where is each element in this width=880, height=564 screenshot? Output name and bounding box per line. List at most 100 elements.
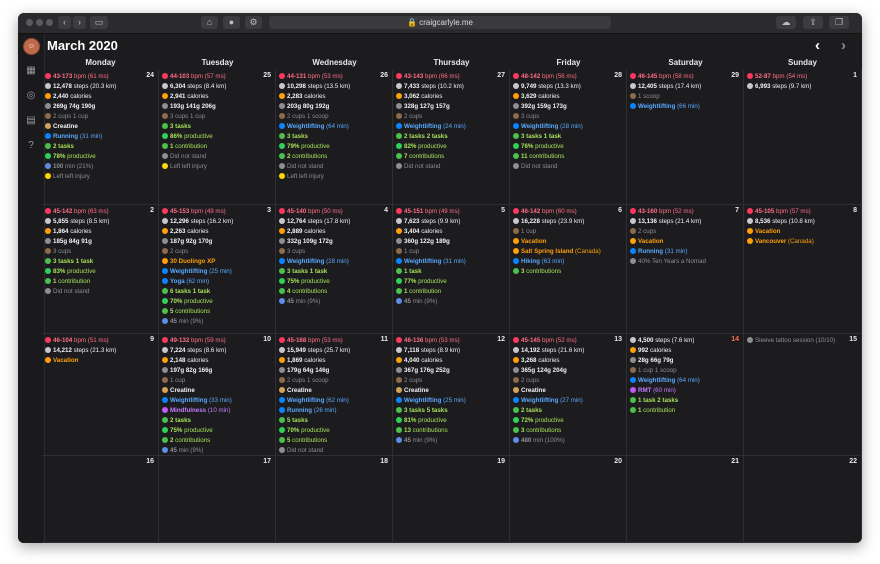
globe-icon[interactable]: ◎ xyxy=(25,90,37,102)
day-cell[interactable]: 18 xyxy=(276,456,393,543)
pill-icon xyxy=(279,386,285,393)
cloud-icon[interactable]: ☁ xyxy=(776,16,796,29)
tabs-icon[interactable]: ❐ xyxy=(829,16,849,29)
metric-line: 43-143 bpm (66 ms) xyxy=(396,72,499,82)
calendar-icon[interactable]: ▦ xyxy=(25,65,37,77)
task-icon xyxy=(279,267,285,274)
day-cell[interactable]: 11 45-168 bpm (53 ms) 15,949 steps (25.7 k… xyxy=(276,334,393,456)
day-cell[interactable]: 10 49-132 bpm (59 ms) 7,224 steps (8.6 km)… xyxy=(159,334,276,456)
day-cell[interactable]: 26 44-131 bpm (53 ms) 10,298 steps (13.5 k… xyxy=(276,70,393,205)
metric-text: Did not stand xyxy=(53,288,90,295)
day-cell[interactable]: 25 44-103 bpm (57 ms) 6,304 steps (8.4 km)… xyxy=(159,70,276,205)
metric-text: steps (13.3 km) xyxy=(536,83,581,90)
metric-text: 146g xyxy=(315,367,330,374)
metric-text: 77% xyxy=(404,278,417,285)
metric-text: productive xyxy=(65,153,96,160)
metric-text: (31 min) xyxy=(663,248,688,255)
day-cell[interactable]: 17 xyxy=(159,456,276,543)
metric-line: 10,298 steps (13.5 km) xyxy=(279,82,382,92)
metric-text: 6 tasks 1 task xyxy=(170,288,211,295)
day-cell[interactable]: 19 xyxy=(393,456,510,543)
task-icon xyxy=(162,416,168,423)
close-window-button[interactable] xyxy=(26,19,33,26)
browser-window: ‹ › ▭ ⌂ ● ⚙ 🔒 craigcarlyle.me ☁ ⇪ ❐ ☺ ▦ … xyxy=(18,13,862,543)
clipboard-icon[interactable]: ▤ xyxy=(25,115,37,127)
day-cell[interactable]: 22 xyxy=(744,456,862,543)
day-cell[interactable]: 29 46-145 bpm (58 ms) 12,405 steps (17.4 k… xyxy=(627,70,744,205)
metric-text: 75% xyxy=(170,427,183,434)
metric-text: steps (21.4 km) xyxy=(656,218,702,225)
day-cell[interactable]: 9 46-104 bpm (51 ms) 14,212 steps (21.3 km… xyxy=(42,334,159,456)
metric-text: 82g xyxy=(184,367,199,374)
metric-text: 1 cup 1 scoop xyxy=(638,367,677,374)
metric-text: Vacation xyxy=(53,357,79,364)
day-cell[interactable]: 28 48-142 bpm (56 ms) 9,749 steps (13.3 km… xyxy=(510,70,627,205)
day-cell[interactable]: 14 4,500 steps (7.6 km) 992 calories 28g 66… xyxy=(627,334,744,456)
day-number: 20 xyxy=(614,458,622,465)
metric-text: Did not stand xyxy=(287,163,324,170)
metric-line: Vacation xyxy=(513,237,616,247)
day-cell[interactable]: 6 46-142 bpm (60 ms) 16,228 steps (23.9 km… xyxy=(510,205,627,334)
metric-line: Mindfulness (10 min) xyxy=(162,406,265,416)
metric-text: bpm (61 ms) xyxy=(72,73,109,80)
previous-month-button[interactable]: ‹ xyxy=(815,37,820,54)
metric-text: 2 cups xyxy=(404,113,423,120)
metric-line: Running (31 min) xyxy=(630,247,733,257)
day-cell[interactable]: 8 45-105 bpm (57 ms) 8,536 steps (10.8 km)… xyxy=(744,205,862,334)
avatar[interactable]: ☺ xyxy=(23,38,40,55)
day-cell[interactable]: 12 46-136 bpm (53 ms) 7,118 steps (8.9 km)… xyxy=(393,334,510,456)
day-cell[interactable]: 24 43-173 bpm (61 ms) 12,478 steps (20.3 k… xyxy=(42,70,159,205)
lift-icon xyxy=(279,257,285,264)
gear-icon[interactable]: ⚙ xyxy=(245,16,262,29)
contrib-icon xyxy=(45,277,51,284)
day-cell[interactable]: 1 52-87 bpm (54 ms) 6,993 steps (9.7 km) xyxy=(744,70,862,205)
day-cell[interactable]: 5 45-151 bpm (49 ms) 7,623 steps (9.9 km) 3… xyxy=(393,205,510,334)
metric-line: Running (31 min) xyxy=(45,132,148,142)
metric-line: 45-151 bpm (49 ms) xyxy=(396,207,499,217)
next-month-button[interactable]: › xyxy=(841,37,846,54)
forward-icon[interactable]: › xyxy=(73,16,86,29)
vac-icon xyxy=(513,237,519,244)
metric-line: 1 cup xyxy=(396,247,499,257)
share-icon[interactable]: ⇪ xyxy=(803,16,823,29)
contrib-icon xyxy=(396,426,402,433)
metric-text: productive xyxy=(65,268,96,275)
day-cell[interactable]: 4 45-140 bpm (50 ms) 12,764 steps (17.8 km… xyxy=(276,205,393,334)
home-icon[interactable]: ⌂ xyxy=(201,16,218,29)
injury-icon xyxy=(279,172,285,179)
metric-line: 46-136 bpm (53 ms) xyxy=(396,336,499,346)
day-cell[interactable]: 3 45-153 bpm (49 ms) 12,296 steps (16.2 km… xyxy=(159,205,276,334)
day-cell[interactable]: 13 45-145 bpm (52 ms) 14,192 steps (21.6 k… xyxy=(510,334,627,456)
day-cell[interactable]: 27 43-143 bpm (66 ms) 7,433 steps (10.2 km… xyxy=(393,70,510,205)
back-icon[interactable]: ‹ xyxy=(58,16,71,29)
day-cell[interactable]: 21 xyxy=(627,456,744,543)
shield-icon[interactable]: ● xyxy=(223,16,240,29)
day-cell[interactable]: 15 Sleeve tattoo session (10/10) xyxy=(744,334,862,456)
metric-text: 45 xyxy=(404,437,411,444)
metric-text: bpm (57 ms) xyxy=(774,208,811,215)
task-icon xyxy=(630,396,636,403)
day-cell[interactable]: 7 43-160 bpm (52 ms) 13,136 steps (21.4 km… xyxy=(627,205,744,334)
minimize-window-button[interactable] xyxy=(36,19,43,26)
task-icon xyxy=(279,132,285,139)
cup-icon xyxy=(162,112,168,119)
metric-line: Creatine xyxy=(396,386,499,396)
metric-text: productive xyxy=(416,143,447,150)
metric-line: 9,749 steps (13.3 km) xyxy=(513,82,616,92)
metric-text: 45-142 xyxy=(53,208,73,215)
day-cell[interactable]: 20 xyxy=(510,456,627,543)
metric-line: 480 min (100%) xyxy=(513,436,616,446)
weekday-wednesday: Wednesday xyxy=(312,58,357,67)
fire-icon xyxy=(45,92,51,99)
zoom-window-button[interactable] xyxy=(46,19,53,26)
metric-text: 84g xyxy=(67,238,82,245)
day-cell[interactable]: 16 xyxy=(42,456,159,543)
task-icon xyxy=(396,406,402,413)
metric-text: 3,404 xyxy=(404,228,420,235)
metric-text: 3,629 xyxy=(521,93,537,100)
day-cell[interactable]: 2 45-142 bpm (63 ms) 5,855 steps (8.5 km) 1… xyxy=(42,205,159,334)
address-bar[interactable]: 🔒 craigcarlyle.me xyxy=(269,16,611,29)
metric-line: 3,629 calories xyxy=(513,92,616,102)
sidebar-toggle-icon[interactable]: ▭ xyxy=(90,16,108,29)
help-icon[interactable]: ? xyxy=(25,140,37,152)
